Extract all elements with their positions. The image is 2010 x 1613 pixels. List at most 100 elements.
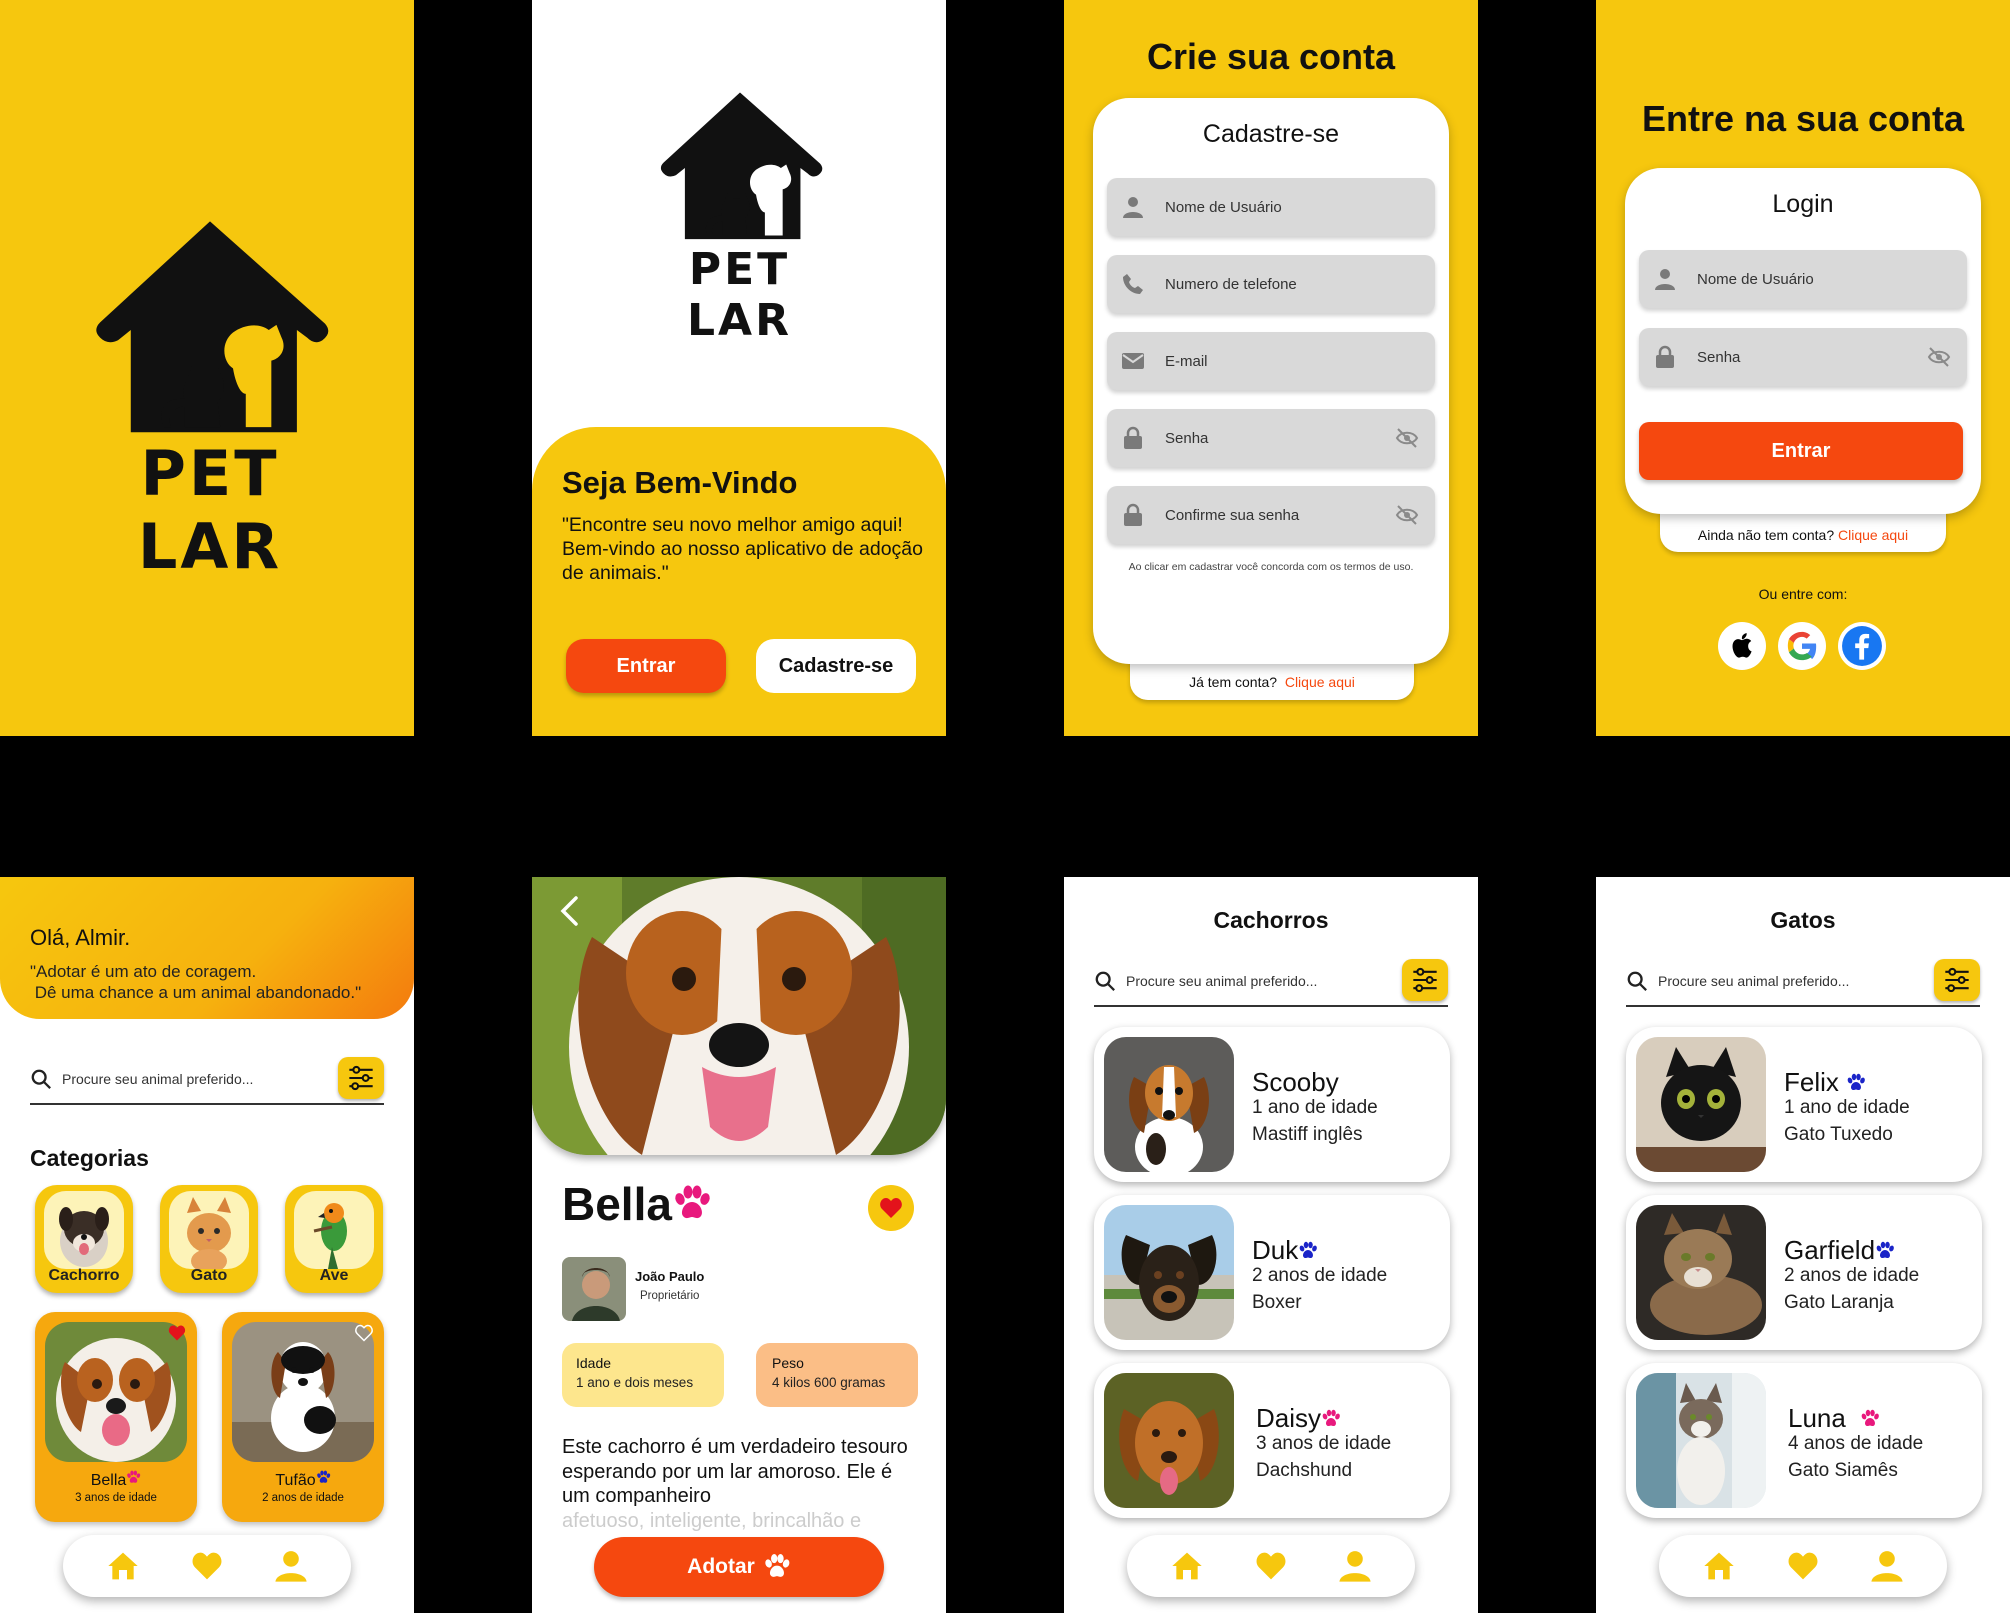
- paw-icon: [672, 1184, 712, 1224]
- search-bar[interactable]: Procure seu animal preferido...: [1626, 957, 1980, 1007]
- adopt-button[interactable]: Adotar: [594, 1537, 884, 1597]
- password-field[interactable]: Senha: [1639, 328, 1967, 386]
- mail-icon: [1119, 347, 1147, 375]
- scooby-photo: [1104, 1037, 1234, 1172]
- home-icon[interactable]: [1170, 1550, 1204, 1582]
- bottom-nav: [1127, 1535, 1415, 1597]
- password-field[interactable]: Senha: [1107, 409, 1435, 467]
- welcome-text: "Encontre seu novo melhor amigo aqui! Be…: [562, 514, 923, 584]
- pet-name-row: Garfield: [1784, 1235, 1895, 1266]
- home-icon[interactable]: [106, 1550, 140, 1582]
- owner-name: João Paulo: [635, 1269, 705, 1284]
- eye-off-icon[interactable]: [1927, 345, 1951, 374]
- back-icon[interactable]: [558, 895, 580, 936]
- email-field[interactable]: E-mail: [1107, 332, 1435, 390]
- list-title: Gatos: [1770, 907, 1836, 933]
- signup-button[interactable]: Cadastre-se: [756, 639, 916, 693]
- luna-photo: [1636, 1373, 1766, 1508]
- eye-off-icon[interactable]: [1395, 426, 1419, 455]
- pet-hero-photo: [532, 877, 946, 1155]
- age-chip: Idade 1 ano e dois meses: [562, 1343, 724, 1407]
- heart-icon[interactable]: [1254, 1550, 1288, 1582]
- enter-button[interactable]: Entrar: [566, 639, 726, 693]
- user-icon: [1651, 265, 1679, 293]
- pet-name-row: Duk: [1252, 1235, 1318, 1266]
- pet-name: Duk: [1252, 1235, 1299, 1265]
- category-cat[interactable]: Gato: [160, 1185, 258, 1293]
- search-placeholder: Procure seu animal preferido...: [1126, 973, 1318, 989]
- login-button[interactable]: Entrar: [1639, 422, 1963, 480]
- lock-icon: [1119, 501, 1147, 529]
- pet-breed: Gato Laranja: [1784, 1292, 1894, 1313]
- apple-icon[interactable]: [1718, 622, 1766, 670]
- filter-button[interactable]: [338, 1057, 384, 1099]
- filter-button[interactable]: [1934, 959, 1980, 1001]
- eye-off-icon[interactable]: [1395, 503, 1419, 532]
- profile-icon[interactable]: [1870, 1548, 1904, 1584]
- facebook-icon[interactable]: [1838, 622, 1886, 670]
- greeting: Olá, Almir.: [30, 925, 131, 950]
- age-label: Idade: [576, 1355, 612, 1371]
- pet-age: 1 ano de idade: [1252, 1097, 1378, 1118]
- weight-value: 4 kilos 600 gramas: [772, 1375, 886, 1390]
- sliders-icon: [1943, 966, 1971, 994]
- category-label: Cachorro: [48, 1267, 120, 1284]
- search-icon: [30, 1068, 52, 1090]
- pet-breed: Gato Tuxedo: [1784, 1124, 1893, 1145]
- username-field[interactable]: Nome de Usuário: [1639, 250, 1967, 308]
- pet-card-scooby[interactable]: Scooby 1 ano de idade Mastiff inglês: [1094, 1027, 1450, 1182]
- category-dog[interactable]: Cachorro: [35, 1185, 133, 1293]
- tufao-photo: [232, 1322, 374, 1462]
- pet-name: Scooby: [1252, 1067, 1339, 1097]
- pet-card-luna[interactable]: Luna 4 anos de idade Gato Siamês: [1626, 1363, 1982, 1518]
- google-icon[interactable]: [1778, 622, 1826, 670]
- welcome-screen: PET LAR Seja Bem-Vindo "Encontre seu nov…: [532, 0, 946, 736]
- pet-name: Bella: [562, 1178, 672, 1230]
- no-account-text: Ainda não tem conta?: [1697, 527, 1835, 543]
- login-card: Login Nome de Usuário Senha Entrar: [1625, 168, 1981, 514]
- user-icon: [1119, 193, 1147, 221]
- username-field[interactable]: Nome de Usuário: [1107, 178, 1435, 236]
- pet-card-duk[interactable]: Duk 2 anos de idade Boxer: [1094, 1195, 1450, 1350]
- pet-age: 2 anos de idade: [1784, 1265, 1920, 1286]
- pet-card-daisy[interactable]: Daisy 3 anos de idade Dachshund: [1094, 1363, 1450, 1518]
- pet-name: Bella: [90, 1472, 127, 1489]
- phone-icon: [1119, 270, 1147, 298]
- pet-age: 3 anos de idade: [75, 1492, 157, 1504]
- phone-field[interactable]: Numero de telefone: [1107, 255, 1435, 313]
- login-card-title: Login: [1772, 190, 1834, 218]
- paw-icon: [1846, 1073, 1866, 1093]
- pet-card-garfield[interactable]: Garfield 2 anos de idade Gato Laranja: [1626, 1195, 1982, 1350]
- profile-icon[interactable]: [1338, 1548, 1372, 1584]
- favorite-card-bella[interactable]: Bella 3 anos de idade: [35, 1312, 197, 1522]
- pet-name-row: Scooby: [1252, 1067, 1339, 1098]
- login-link[interactable]: Clique aqui: [1285, 674, 1355, 690]
- home-icon[interactable]: [1702, 1550, 1736, 1582]
- heart-icon[interactable]: [1786, 1550, 1820, 1582]
- categories-title: Categorias: [30, 1145, 149, 1171]
- heart-icon[interactable]: [167, 1324, 187, 1347]
- weight-label: Peso: [772, 1355, 804, 1371]
- pet-name: Tufão: [275, 1472, 316, 1489]
- category-bird[interactable]: Ave: [285, 1185, 383, 1293]
- profile-icon[interactable]: [274, 1548, 308, 1584]
- lock-icon: [1119, 424, 1147, 452]
- pet-card-felix[interactable]: Felix 1 ano de idade Gato Tuxedo: [1626, 1027, 1982, 1182]
- favorite-button[interactable]: [868, 1185, 914, 1231]
- favorite-card-tufao[interactable]: Tufão 2 anos de idade: [222, 1312, 384, 1522]
- username-placeholder: Nome de Usuário: [1697, 270, 1814, 288]
- heart-outline-icon[interactable]: [354, 1324, 374, 1347]
- pet-lar-logo: PET LAR: [80, 215, 340, 583]
- confirm-password-field[interactable]: Confirme sua senha: [1107, 486, 1435, 544]
- welcome-panel: Seja Bem-Vindo "Encontre seu novo melhor…: [532, 427, 946, 736]
- signup-link[interactable]: Clique aqui: [1838, 527, 1908, 543]
- search-bar[interactable]: Procure seu animal preferido...: [1094, 957, 1448, 1007]
- search-bar[interactable]: Procure seu animal preferido...: [30, 1055, 384, 1105]
- search-placeholder: Procure seu animal preferido...: [62, 1071, 254, 1087]
- filter-button[interactable]: [1402, 959, 1448, 1001]
- login-screen: Entre na sua conta Ainda não tem conta? …: [1596, 0, 2010, 736]
- username-placeholder: Nome de Usuário: [1165, 198, 1282, 216]
- dog-photo: [44, 1191, 124, 1269]
- daisy-photo: [1104, 1373, 1234, 1508]
- heart-icon[interactable]: [190, 1550, 224, 1582]
